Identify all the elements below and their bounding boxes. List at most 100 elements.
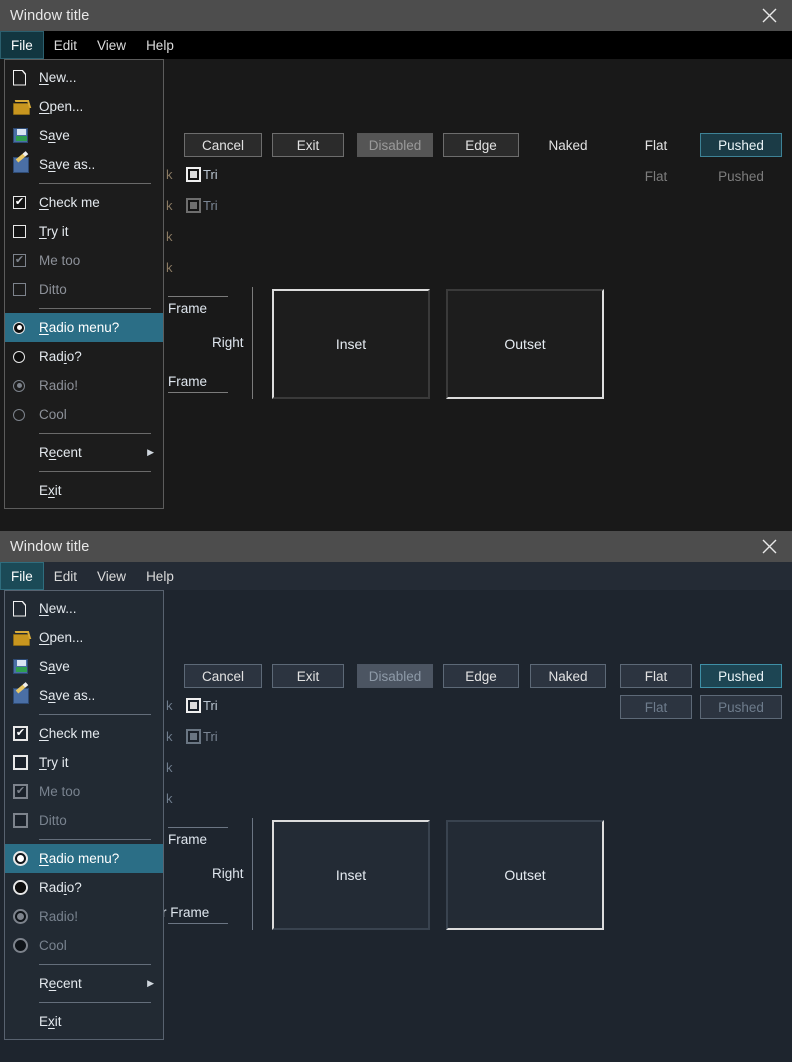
menubar-item-view[interactable]: View [87, 31, 136, 59]
frame-top-line [168, 296, 228, 297]
tri-checkbox-label: Tri [203, 729, 218, 744]
menubar-item-edit[interactable]: Edit [44, 562, 87, 590]
frame-right-label: Right [212, 866, 244, 881]
tri-checkbox-on[interactable]: Tri [186, 167, 218, 182]
window-title: Window title [10, 8, 89, 24]
menu-item-label: Radio? [39, 880, 82, 895]
menu-item-save-as[interactable]: Save as.. [5, 681, 163, 710]
menu-item-new[interactable]: New... [5, 594, 163, 623]
menu-item-label: Ditto [39, 813, 67, 828]
close-icon[interactable] [746, 531, 792, 562]
clipped-label: k [166, 791, 173, 806]
content-pane: k k k k Tri Tri Cancel Exit Disabled Edg… [0, 59, 792, 531]
menu-item-exit[interactable]: Exit [5, 476, 163, 505]
menubar: File Edit View Help [0, 31, 792, 59]
inset-panel-label: Inset [336, 336, 366, 352]
frame-bottom-line [168, 923, 228, 924]
frame-top-label: Frame [168, 832, 207, 847]
flat-button[interactable]: Flat [620, 133, 692, 157]
tri-checkbox-off[interactable]: Tri [186, 198, 218, 213]
menu-item-radio-2[interactable]: Radio? [5, 342, 163, 371]
menu-item-save[interactable]: Save [5, 121, 163, 150]
menu-item-label: Radio! [39, 378, 78, 393]
menu-item-exit[interactable]: Exit [5, 1007, 163, 1036]
menu-separator [39, 1002, 151, 1003]
naked-button[interactable]: Naked [530, 664, 606, 688]
menu-item-check-me[interactable]: ✔ Check me [5, 719, 163, 748]
window-title: Window title [10, 539, 89, 555]
flat-disabled-button: Flat [620, 695, 692, 719]
menubar-item-edit[interactable]: Edit [44, 31, 87, 59]
pushed-button[interactable]: Pushed [700, 133, 782, 157]
menu-item-label: New... [39, 70, 77, 85]
menu-item-save-as[interactable]: Save as.. [5, 150, 163, 179]
edge-button[interactable]: Edge [443, 133, 519, 157]
submenu-arrow-icon: ▶ [147, 447, 154, 458]
menu-item-label: Save [39, 128, 70, 143]
folder-open-icon [13, 100, 39, 114]
exit-button[interactable]: Exit [272, 133, 344, 157]
tri-checkbox-off[interactable]: Tri [186, 729, 218, 744]
menu-item-try-it[interactable]: Try it [5, 748, 163, 777]
naked-button[interactable]: Naked [530, 133, 606, 157]
save-as-icon [13, 688, 39, 704]
menu-item-label: Radio menu? [39, 320, 119, 335]
edge-button[interactable]: Edge [443, 664, 519, 688]
outset-panel: Outset [446, 820, 604, 930]
menu-item-cool: Cool [5, 931, 163, 960]
menubar-item-help[interactable]: Help [136, 562, 184, 590]
menu-separator [39, 308, 151, 309]
menu-item-label: Check me [39, 726, 100, 741]
menubar-item-file[interactable]: File [0, 562, 44, 590]
checkbox-unchecked-icon [13, 755, 39, 770]
menu-item-try-it[interactable]: Try it [5, 217, 163, 246]
menubar: File Edit View Help [0, 562, 792, 590]
radio-unselected-icon [13, 880, 39, 895]
tri-checkbox-on[interactable]: Tri [186, 698, 218, 713]
menu-item-radio-2[interactable]: Radio? [5, 873, 163, 902]
menu-item-recent[interactable]: Recent ▶ [5, 438, 163, 467]
pushed-button[interactable]: Pushed [700, 664, 782, 688]
menu-item-me-too: ✔ Me too [5, 777, 163, 806]
exit-button[interactable]: Exit [272, 664, 344, 688]
clipped-label: k [166, 698, 173, 713]
menu-separator [39, 471, 151, 472]
menu-item-check-me[interactable]: ✔ Check me [5, 188, 163, 217]
menu-item-new[interactable]: New... [5, 63, 163, 92]
inset-panel-label: Inset [336, 867, 366, 883]
menu-item-save[interactable]: Save [5, 652, 163, 681]
menu-item-me-too: ✔ Me too [5, 246, 163, 275]
menubar-item-file[interactable]: File [0, 31, 44, 59]
radio-selected-disabled-icon [13, 380, 39, 392]
menu-item-open[interactable]: Open... [5, 92, 163, 121]
menu-separator [39, 433, 151, 434]
radio-unselected-icon [13, 351, 39, 363]
menu-item-label: Exit [39, 1014, 62, 1029]
cancel-button[interactable]: Cancel [184, 664, 262, 688]
checkbox-unchecked-icon [13, 225, 39, 238]
flat-disabled-button: Flat [620, 164, 692, 188]
menu-item-label: Cool [39, 938, 67, 953]
menu-item-label: Save as.. [39, 157, 95, 172]
radio-selected-icon [13, 322, 39, 334]
menu-item-open[interactable]: Open... [5, 623, 163, 652]
menubar-item-view[interactable]: View [87, 562, 136, 590]
radio-selected-icon [13, 851, 39, 866]
pushed-disabled-button: Pushed [700, 164, 782, 188]
menubar-item-help[interactable]: Help [136, 31, 184, 59]
tri-checkbox-label: Tri [203, 167, 218, 182]
flat-button[interactable]: Flat [620, 664, 692, 688]
tri-state-checkbox-icon [186, 198, 201, 213]
menu-item-label: Me too [39, 253, 80, 268]
floppy-disk-icon [13, 128, 39, 143]
menu-item-radio-menu[interactable]: Radio menu? [5, 313, 163, 342]
close-icon[interactable] [746, 0, 792, 31]
cancel-button[interactable]: Cancel [184, 133, 262, 157]
menu-item-label: Cool [39, 407, 67, 422]
menu-separator [39, 714, 151, 715]
menu-item-label: Open... [39, 630, 83, 645]
pushed-disabled-button: Pushed [700, 695, 782, 719]
menu-item-recent[interactable]: Recent ▶ [5, 969, 163, 998]
menu-item-radio-menu[interactable]: Radio menu? [5, 844, 163, 873]
tri-checkbox-label: Tri [203, 698, 218, 713]
